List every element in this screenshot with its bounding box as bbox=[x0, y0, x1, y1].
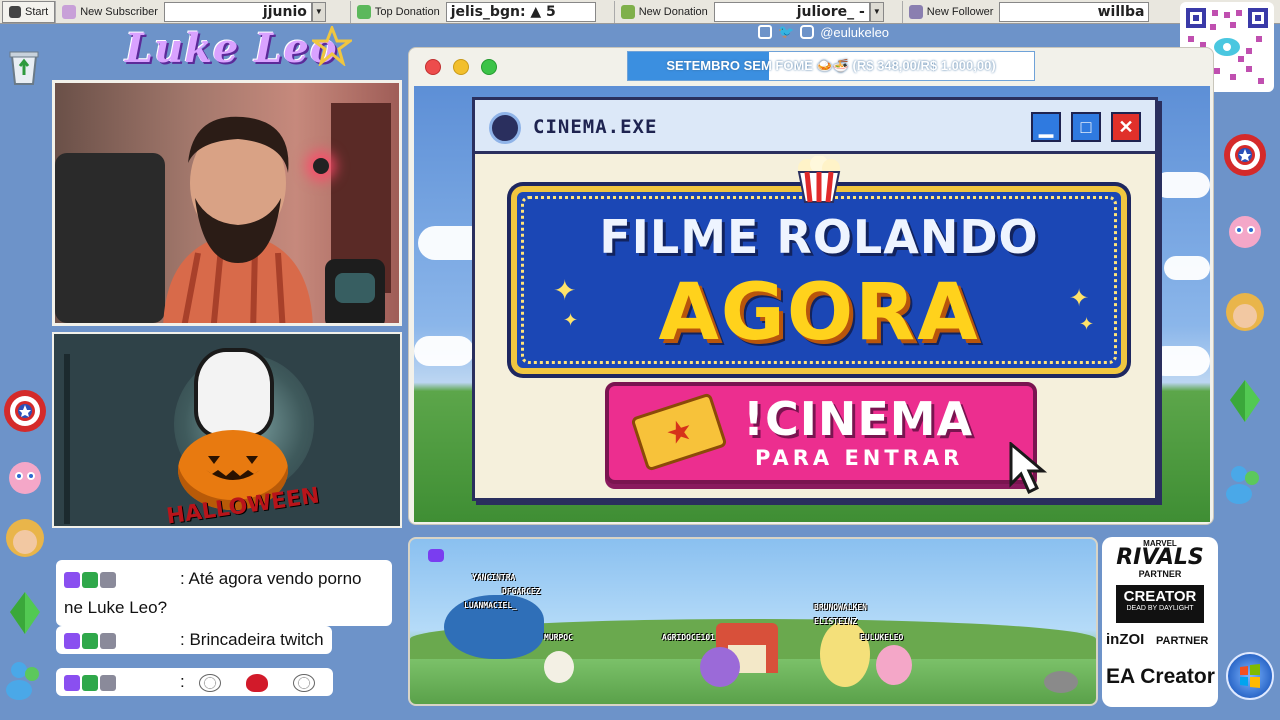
check-badge-icon bbox=[82, 632, 98, 649]
dropdown-arrow-icon[interactable]: ▼ bbox=[869, 1, 884, 22]
chat-overlay: : Até agora vendo porno ne Luke Leo? : B… bbox=[52, 530, 400, 706]
youtube-icon[interactable] bbox=[800, 25, 815, 39]
chat-message: : Brincadeira twitch bbox=[56, 626, 332, 654]
cinema-command-label: !CINEMA bbox=[743, 392, 974, 446]
ea-creator-logo: EA Creator bbox=[1106, 665, 1215, 688]
close-button[interactable]: ✕ bbox=[1111, 112, 1141, 142]
ninetales-icon bbox=[820, 621, 870, 687]
twitch-badge-icon bbox=[64, 674, 80, 691]
rowlet-icon bbox=[544, 651, 574, 683]
now-playing-agora: AGORA bbox=[658, 268, 980, 358]
now-playing-headline: FILME ROLANDO bbox=[599, 210, 1039, 264]
follower-icon bbox=[908, 4, 923, 19]
sparkle-icon: ✦ bbox=[563, 310, 579, 330]
msn-buddy-icon bbox=[6, 662, 39, 700]
start-button[interactable]: Start bbox=[2, 0, 56, 23]
rock-icon bbox=[1044, 671, 1078, 693]
cinema-window-title: CINEMA.EXE bbox=[533, 116, 658, 138]
popcorn-icon bbox=[797, 156, 841, 203]
partner-badges: MARVEL RIVALS PARTNER CREATOR DEAD BY DA… bbox=[1102, 537, 1218, 707]
sims-plumbob-icon bbox=[10, 592, 40, 634]
cinema-command-sub: PARA ENTRAR bbox=[755, 446, 964, 470]
maximize-button[interactable]: □ bbox=[1071, 112, 1101, 142]
cinema-titlebar: CINEMA.EXE ▁ □ ✕ bbox=[475, 100, 1155, 154]
pokeball-emote-icon bbox=[292, 673, 315, 692]
twitch-badge-icon bbox=[64, 571, 80, 588]
panda-icon bbox=[194, 348, 274, 438]
chat-badges bbox=[64, 571, 116, 588]
minimize-button[interactable]: ▁ bbox=[1031, 112, 1061, 142]
dropdown-arrow-icon[interactable]: ▼ bbox=[311, 1, 326, 22]
ghost-pokemon-icon bbox=[700, 647, 740, 687]
twitter-icon[interactable]: 🐦 bbox=[778, 24, 794, 40]
chat-message: : bbox=[56, 668, 333, 696]
new-subscriber-value: jjunio bbox=[163, 1, 312, 22]
cinema-command-button[interactable]: ★ !CINEMA PARA ENTRAR bbox=[605, 382, 1048, 495]
check-badge-icon bbox=[82, 571, 98, 588]
minimize-dot-icon[interactable] bbox=[453, 59, 469, 75]
subscriber-icon bbox=[62, 4, 77, 19]
start-label: Start bbox=[25, 5, 49, 18]
new-donation-value: juliore_ - bbox=[713, 1, 870, 22]
blonde-girl-icon bbox=[1226, 293, 1264, 331]
new-follower-value: willba bbox=[999, 1, 1150, 22]
gear-badge-icon bbox=[100, 571, 116, 588]
now-playing-marquee: FILME ROLANDO AGORA ✦ ✦ ✦ ✦ bbox=[511, 186, 1127, 374]
chat-badges bbox=[64, 674, 116, 691]
instagram-icon[interactable] bbox=[758, 25, 772, 39]
marvel-rivals-logo: RIVALS bbox=[1116, 545, 1204, 570]
top-donation-alert: Top Donation bbox=[349, 0, 446, 23]
money-icon bbox=[356, 4, 371, 19]
chat-message: : Até agora vendo porno ne Luke Leo? bbox=[56, 560, 392, 626]
sparkle-icon: ✦ bbox=[1079, 314, 1095, 334]
new-subscriber-alert: New Subscriber bbox=[55, 0, 164, 23]
jigglypuff-pet-icon bbox=[876, 645, 912, 685]
captain-shield-icon bbox=[1224, 134, 1266, 176]
donation-goal-label: SETEMBRO SEM FOME 🍛🍜 (R$ 348,00/R$ 1.000… bbox=[666, 58, 996, 73]
check-badge-icon bbox=[82, 674, 98, 691]
film-reel-icon bbox=[489, 112, 521, 144]
recycle-bin-icon[interactable] bbox=[2, 44, 46, 88]
pokeball-emote-icon bbox=[199, 673, 222, 692]
dbd-creator-badge: CREATOR DEAD BY DAYLIGHT bbox=[1116, 585, 1204, 623]
new-donation-alert: New Donation bbox=[613, 0, 714, 23]
streamer-avatar bbox=[163, 116, 313, 323]
social-links: 🐦 @eulukeleo bbox=[758, 24, 889, 40]
windows-start-orb-icon[interactable] bbox=[1226, 652, 1274, 700]
chat-bubble-icon bbox=[428, 549, 444, 562]
marvel-partner-label: PARTNER bbox=[1138, 569, 1182, 579]
donation-goal-bar: SETEMBRO SEM FOME 🍛🍜 (R$ 348,00/R$ 1.000… bbox=[627, 51, 1035, 81]
lips-emote-icon bbox=[246, 673, 269, 692]
msn-buddy-icon bbox=[1226, 466, 1259, 504]
chat-badges bbox=[64, 632, 116, 649]
gear-badge-icon bbox=[100, 632, 116, 649]
new-follower-alert: New Follower bbox=[901, 0, 1000, 23]
top-donation-value: jelis_bgn: ▲ 5 bbox=[445, 1, 596, 22]
captain-shield-icon bbox=[4, 390, 46, 432]
blonde-girl-icon bbox=[6, 519, 44, 557]
inzoi-partner-label: PARTNER bbox=[1156, 635, 1209, 647]
taskbar: Start New Subscriber jjunio ▼ Top Donati… bbox=[0, 0, 1280, 24]
sims-plumbob-icon bbox=[1230, 380, 1260, 422]
halloween-art: HALLOWEEN bbox=[52, 332, 402, 528]
coins-icon bbox=[620, 4, 635, 19]
sparkle-icon: ✦ bbox=[1069, 285, 1090, 312]
social-handle: @eulukeleo bbox=[820, 24, 890, 40]
stream-pets-panel: YANCINTRA DFGARCEZ LUANMACIEL_ MURPOC AG… bbox=[408, 537, 1098, 706]
close-dot-icon[interactable] bbox=[425, 59, 441, 75]
mouse-cursor-icon bbox=[1009, 442, 1048, 495]
maximize-dot-icon[interactable] bbox=[481, 59, 497, 75]
jigglypuff-icon bbox=[1229, 216, 1261, 248]
cinema-window: CINEMA.EXE ▁ □ ✕ FILME ROLANDO AGORA ✦ ✦… bbox=[472, 97, 1158, 501]
gear-badge-icon bbox=[100, 674, 116, 691]
start-icon bbox=[9, 5, 21, 18]
jigglypuff-icon bbox=[9, 462, 41, 494]
twitch-badge-icon bbox=[64, 632, 80, 649]
star-icon bbox=[312, 26, 352, 66]
inzoi-logo: inZOI bbox=[1106, 631, 1145, 648]
webcam-feed bbox=[52, 80, 402, 326]
ticket-icon: ★ bbox=[630, 392, 728, 472]
sparkle-icon: ✦ bbox=[553, 275, 577, 306]
